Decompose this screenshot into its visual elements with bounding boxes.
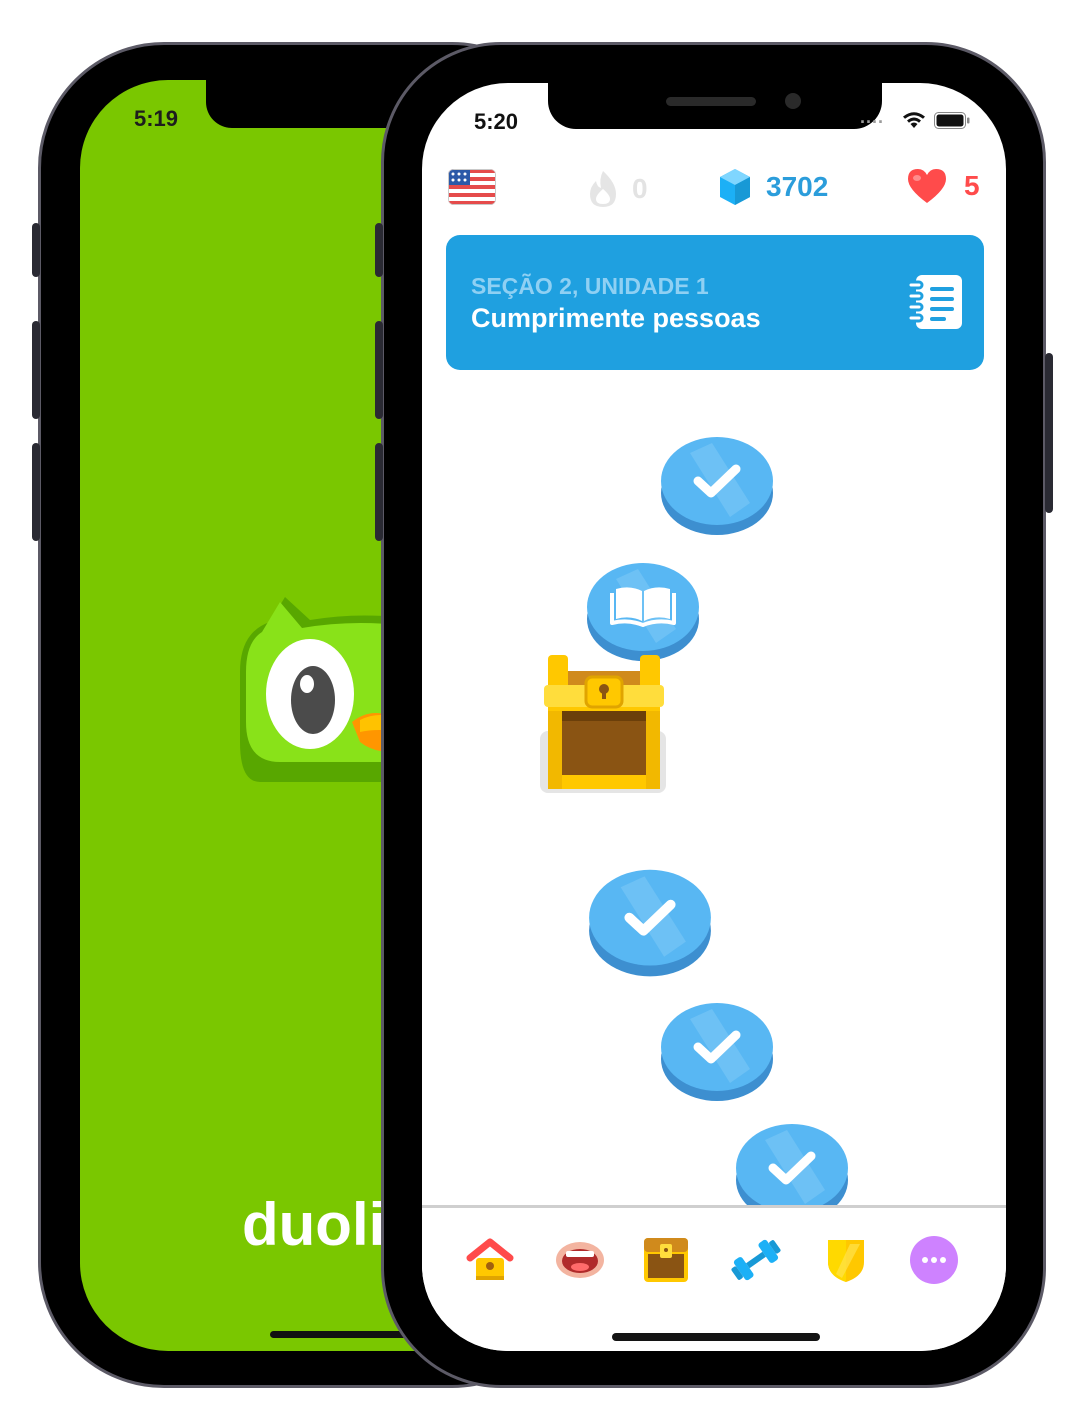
status-icons: .... <box>860 107 980 131</box>
gems-count: 3702 <box>766 171 829 202</box>
front-phone-volume-up-button <box>375 321 383 419</box>
unit-title: Cumprimente pessoas <box>471 303 761 333</box>
back-phone-volume-up-button <box>32 321 40 419</box>
front-phone-volume-down-button <box>375 443 383 541</box>
signal-dots: .... <box>860 107 885 127</box>
gem-icon <box>720 169 750 205</box>
front-phone-mute-button <box>375 223 383 277</box>
lesson-node-completed[interactable] <box>588 865 712 979</box>
more-icon[interactable] <box>908 1234 960 1286</box>
wifi-icon <box>903 112 925 128</box>
chest-icon[interactable] <box>640 1234 692 1286</box>
back-phone-volume-down-button <box>32 443 40 541</box>
front-phone: 5:20 .... 0 3702 5 SEÇÃO 2, UNIDADE 1 Cu… <box>375 42 1053 1388</box>
shield-icon[interactable] <box>820 1234 872 1286</box>
streak-counter[interactable]: 0 <box>586 169 648 209</box>
treasure-chest-icon[interactable] <box>540 655 670 797</box>
home-indicator <box>612 1333 820 1341</box>
stats-bar: 0 3702 5 <box>422 165 1006 215</box>
home-icon[interactable] <box>464 1234 516 1286</box>
hearts-counter[interactable]: 5 <box>906 167 980 205</box>
notebook-icon[interactable] <box>908 273 964 331</box>
gems-counter[interactable]: 3702 <box>718 167 828 207</box>
battery-icon <box>934 112 970 129</box>
heart-icon <box>908 169 946 203</box>
side-button <box>1045 353 1053 513</box>
status-time: 5:20 <box>474 109 519 134</box>
duolingo-wordmark: duoli <box>242 1191 386 1258</box>
front-phone-notch <box>548 83 882 129</box>
back-status-time: 5:19 <box>134 106 179 131</box>
us-flag-icon[interactable] <box>448 169 496 205</box>
streak-count: 0 <box>632 173 648 204</box>
bottom-tab-bar <box>422 1205 1006 1351</box>
mouth-icon[interactable] <box>554 1234 606 1286</box>
story-node[interactable] <box>586 559 700 663</box>
back-phone-mute-button <box>32 223 40 277</box>
unit-section-label: SEÇÃO 2, UNIDADE 1 <box>471 273 709 299</box>
app-screen: 5:20 .... 0 3702 5 SEÇÃO 2, UNIDADE 1 Cu… <box>422 83 1006 1351</box>
unit-header-card[interactable]: SEÇÃO 2, UNIDADE 1 Cumprimente pessoas <box>446 235 984 370</box>
lesson-node-completed[interactable] <box>660 433 774 537</box>
dumbbell-icon[interactable] <box>730 1234 782 1286</box>
lesson-node-completed[interactable] <box>660 999 774 1103</box>
flame-icon <box>590 171 616 207</box>
hearts-count: 5 <box>964 170 980 201</box>
